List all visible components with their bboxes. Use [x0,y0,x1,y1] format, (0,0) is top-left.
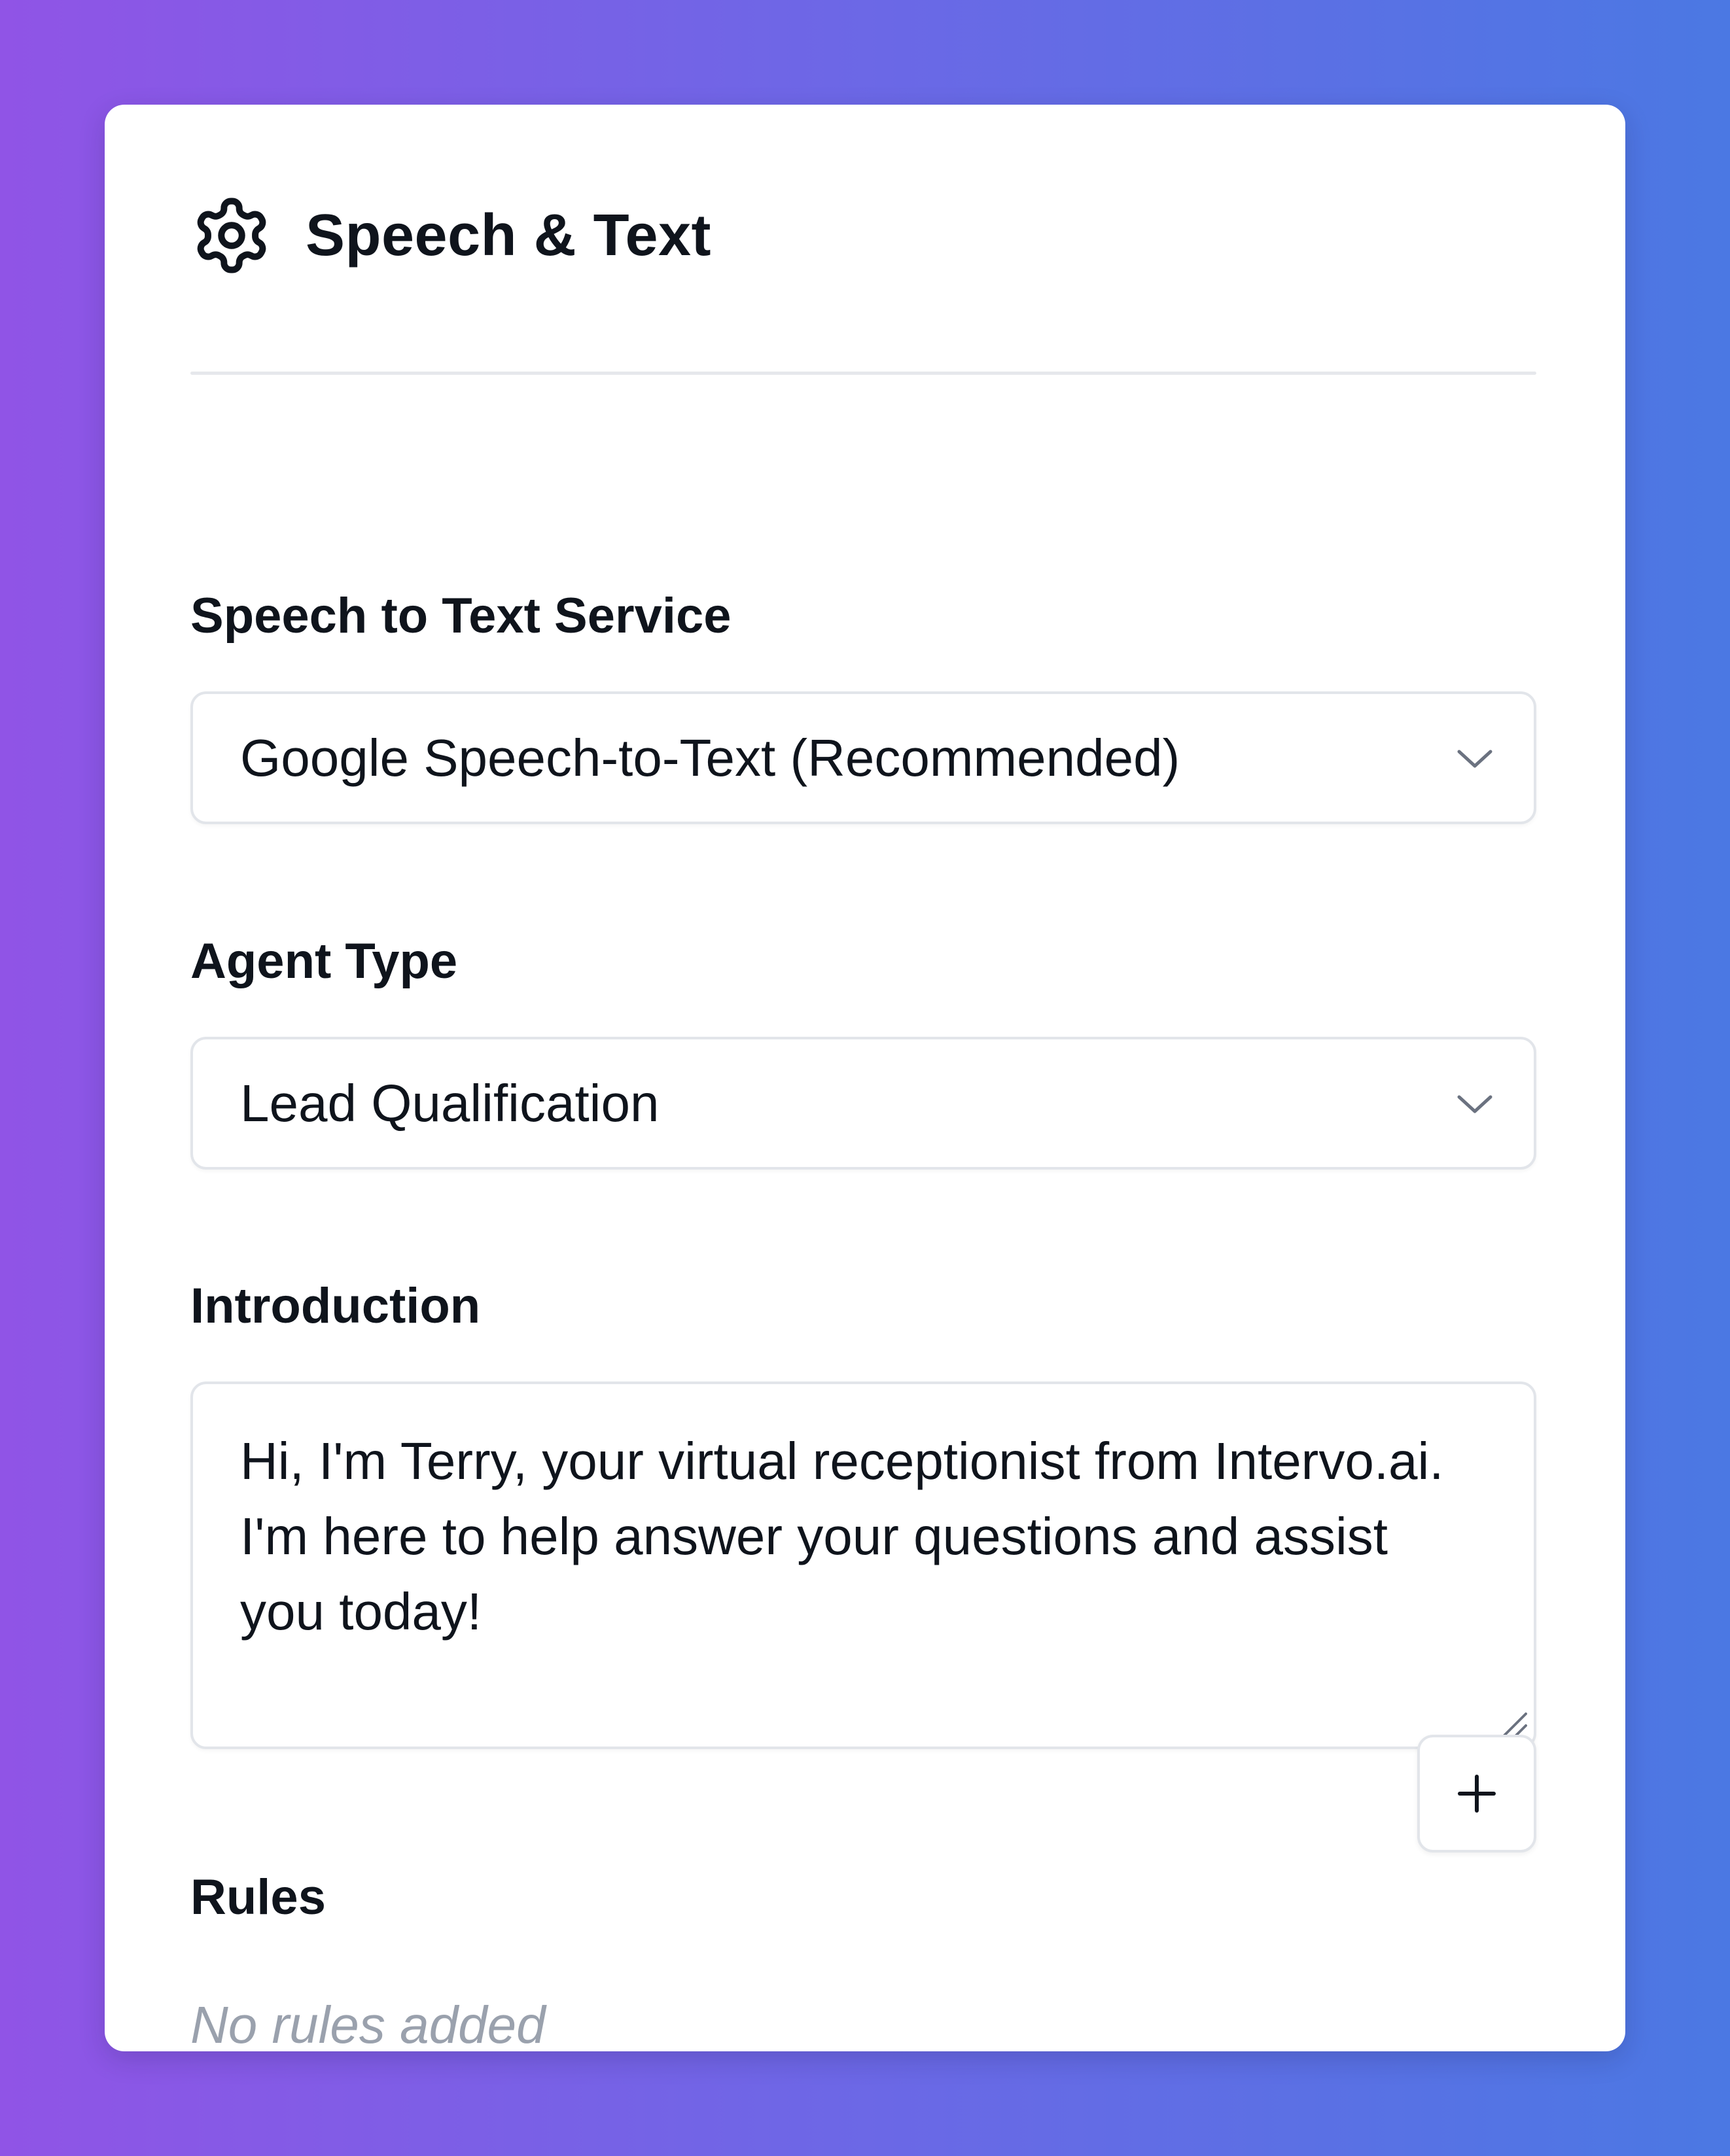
speech-to-text-label: Speech to Text Service [190,588,732,644]
chevron-down-icon [1457,750,1492,767]
chevron-down-icon [1457,1095,1492,1113]
header-divider [190,372,1536,375]
no-rules-text: No rules added [190,1996,546,2054]
introduction-label: Introduction [190,1278,481,1334]
add-rule-button[interactable] [1417,1735,1536,1852]
card-header: Speech & Text [190,193,711,278]
rules-label: Rules [190,1869,326,1925]
agent-type-selected-value: Lead Qualification [240,1073,660,1132]
gear-icon [197,198,266,273]
speech-text-card: Speech & Text Speech to Text Service Goo… [105,105,1625,2054]
plus-icon [1458,1775,1496,1813]
speech-to-text-select[interactable]: Google Speech-to-Text (Recommended) [190,691,1536,824]
agent-type-select[interactable]: Lead Qualification [190,1037,1536,1170]
panel-title: Speech & Text [306,202,712,268]
speech-to-text-selected-value: Google Speech-to-Text (Recommended) [240,728,1180,787]
introduction-text: Hi, I'm Terry, your virtual receptionist… [240,1432,1444,1641]
agent-type-label: Agent Type [190,933,458,989]
introduction-textarea[interactable]: Hi, I'm Terry, your virtual receptionist… [190,1382,1536,1749]
